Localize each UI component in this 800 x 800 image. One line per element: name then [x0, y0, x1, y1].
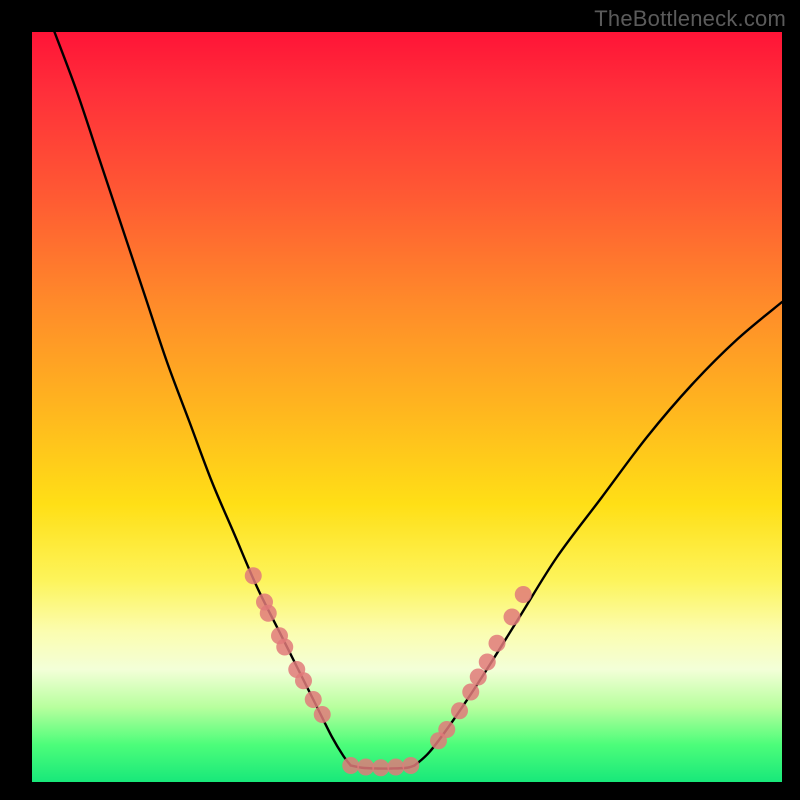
scatter-dot	[462, 684, 479, 701]
scatter-dot	[245, 567, 262, 584]
scatter-dot	[305, 691, 322, 708]
scatter-dot	[479, 654, 496, 671]
scatter-dot	[357, 759, 374, 776]
scatter-dot	[489, 635, 506, 652]
scatter-dot	[276, 639, 293, 656]
scatter-dot	[504, 609, 521, 626]
scatter-dot	[515, 586, 532, 603]
scatter-dot	[470, 669, 487, 686]
scatter-dot	[314, 706, 331, 723]
watermark-text: TheBottleneck.com	[594, 6, 786, 32]
scatter-dot	[387, 759, 404, 776]
left-curve	[55, 32, 351, 766]
plot-area	[32, 32, 782, 782]
scatter-dot	[295, 672, 312, 689]
scatter-dot	[260, 605, 277, 622]
chart-svg	[32, 32, 782, 782]
chart-stage: TheBottleneck.com	[0, 0, 800, 800]
scatter-dot	[342, 757, 359, 774]
scatter-dot	[438, 721, 455, 738]
scatter-dot	[402, 757, 419, 774]
scatter-dot	[372, 759, 389, 776]
scatter-dots	[245, 567, 532, 776]
scatter-dot	[451, 702, 468, 719]
